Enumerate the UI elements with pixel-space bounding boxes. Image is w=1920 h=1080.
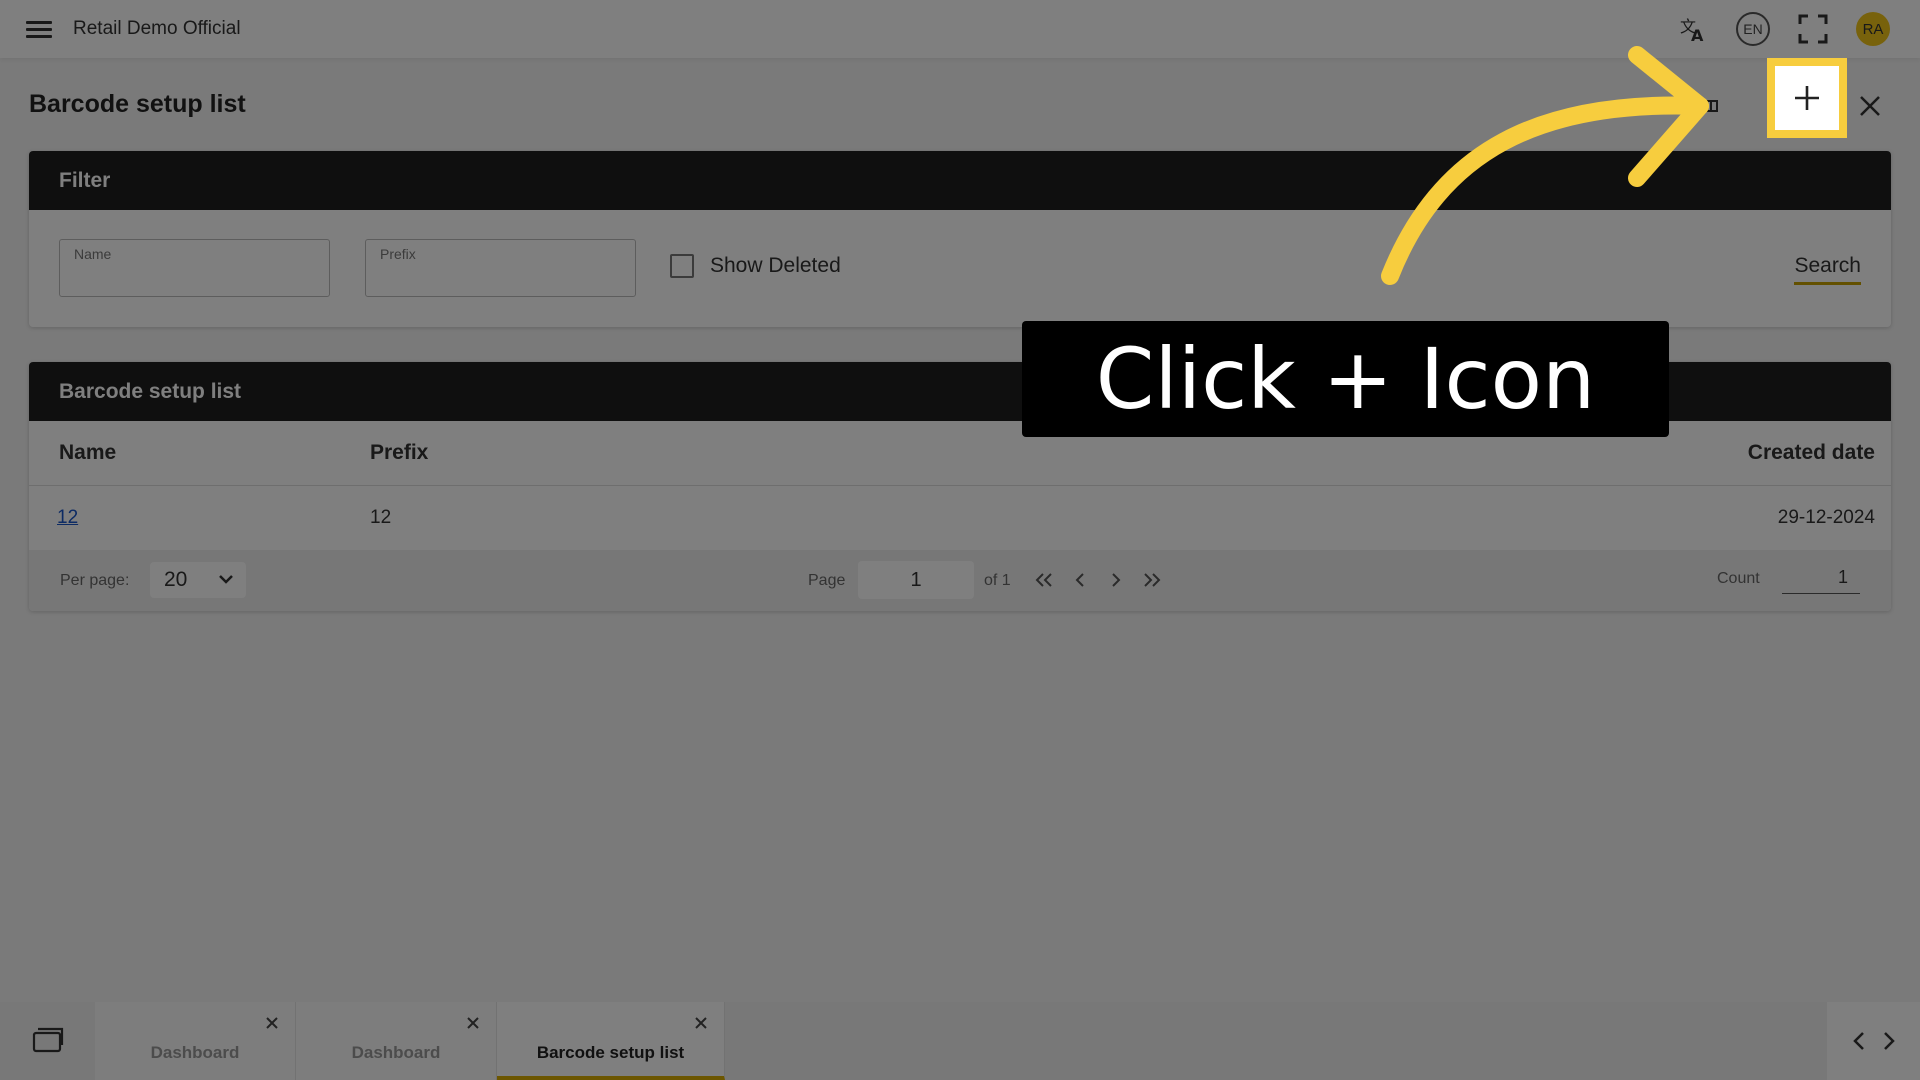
tab-label: Dashboard bbox=[150, 1043, 240, 1062]
count-label: Count bbox=[1717, 570, 1760, 587]
count-value: 1 bbox=[1782, 562, 1860, 594]
app-title: Retail Demo Official bbox=[73, 18, 241, 39]
app-root: Retail Demo Official 文A EN RA Barcode se… bbox=[0, 0, 1920, 1080]
next-page-icon[interactable] bbox=[1107, 568, 1125, 592]
chevron-right-icon[interactable] bbox=[1882, 1030, 1896, 1052]
chevron-left-icon[interactable] bbox=[1852, 1030, 1866, 1052]
windows-icon[interactable] bbox=[32, 1025, 64, 1055]
name-field[interactable]: Name bbox=[59, 239, 330, 297]
bottom-tab-bar: Dashboard Dashboard Barcode setup list bbox=[0, 1002, 1920, 1080]
row-name-cell: 12 bbox=[29, 485, 370, 550]
tab-scroll-nav bbox=[1827, 1002, 1920, 1080]
row-created-cell: 29-12-2024 bbox=[1777, 506, 1875, 528]
close-icon bbox=[467, 1017, 479, 1029]
tutorial-callout: Click + Icon bbox=[1022, 321, 1669, 437]
filter-heading: Filter bbox=[29, 151, 1891, 210]
pagination-bar: Per page: 20 Page 1 of 1 Count 1 bbox=[29, 550, 1891, 611]
top-icons: 文A EN RA bbox=[1676, 12, 1890, 46]
tab-label: Dashboard bbox=[351, 1043, 441, 1062]
name-input[interactable] bbox=[73, 264, 313, 290]
pin-icon bbox=[1692, 99, 1718, 113]
header-actions bbox=[1686, 86, 1890, 126]
per-page-value: 20 bbox=[164, 568, 188, 591]
row-name-link[interactable]: 12 bbox=[57, 507, 78, 528]
chevron-down-icon bbox=[219, 575, 233, 584]
menu-icon[interactable] bbox=[26, 18, 52, 40]
tab-barcode-setup-list[interactable]: Barcode setup list bbox=[497, 1002, 725, 1080]
per-page-label: Per page: bbox=[60, 572, 130, 589]
prefix-field-label: Prefix bbox=[380, 246, 416, 262]
top-bar: Retail Demo Official 文A EN RA bbox=[0, 0, 1920, 58]
close-icon bbox=[695, 1017, 707, 1029]
prefix-field[interactable]: Prefix bbox=[365, 239, 636, 297]
prev-page-icon[interactable] bbox=[1071, 568, 1089, 592]
prefix-input[interactable] bbox=[379, 264, 619, 290]
page-label: Page bbox=[808, 572, 846, 589]
tab-dashboard-2[interactable]: Dashboard bbox=[296, 1002, 497, 1080]
tab-strip: Dashboard Dashboard Barcode setup list bbox=[95, 1002, 725, 1080]
show-deleted-label: Show Deleted bbox=[710, 254, 841, 277]
table-row: 12 12 29-12-2024 bbox=[29, 485, 1891, 550]
page-nav bbox=[1035, 568, 1161, 592]
barcode-table: Name Prefix Created date 12 12 29-12-202… bbox=[29, 421, 1891, 550]
page-total-label: of 1 bbox=[984, 572, 1011, 589]
column-header-name[interactable]: Name bbox=[29, 421, 370, 486]
language-badge[interactable]: EN bbox=[1736, 12, 1770, 46]
name-field-label: Name bbox=[74, 246, 112, 262]
show-deleted-toggle[interactable]: Show Deleted bbox=[670, 254, 841, 278]
fullscreen-icon[interactable] bbox=[1796, 12, 1830, 46]
close-icon bbox=[1860, 96, 1880, 116]
tab-label: Barcode setup list bbox=[536, 1043, 685, 1062]
tab-dashboard-1[interactable]: Dashboard bbox=[95, 1002, 296, 1080]
close-page-button[interactable] bbox=[1850, 86, 1890, 126]
user-avatar[interactable]: RA bbox=[1856, 12, 1890, 46]
translate-icon[interactable]: 文A bbox=[1676, 12, 1710, 46]
row-prefix-cell: 12 bbox=[370, 506, 392, 528]
first-page-icon[interactable] bbox=[1035, 568, 1053, 592]
page-title: Barcode setup list bbox=[29, 90, 246, 118]
last-page-icon[interactable] bbox=[1143, 568, 1161, 592]
svg-text:A: A bbox=[1691, 26, 1704, 44]
pin-button[interactable] bbox=[1686, 86, 1726, 126]
column-header-prefix[interactable]: Prefix bbox=[370, 421, 970, 486]
page-number-input[interactable]: 1 bbox=[858, 561, 974, 599]
search-button[interactable]: Search bbox=[1794, 254, 1861, 285]
per-page-select[interactable]: 20 bbox=[150, 562, 246, 598]
show-deleted-checkbox[interactable] bbox=[670, 254, 694, 278]
add-button-slot bbox=[1748, 86, 1828, 126]
close-icon bbox=[266, 1017, 278, 1029]
